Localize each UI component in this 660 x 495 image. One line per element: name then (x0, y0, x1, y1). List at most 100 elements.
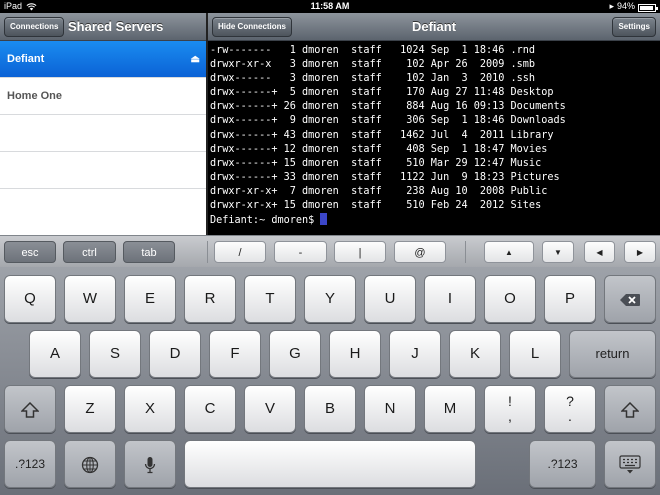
key-f[interactable]: F (209, 330, 261, 378)
dash-key[interactable]: - (274, 241, 327, 263)
terminal-line: drwxr-xr-x 3 dmoren staff 102 Apr 26 200… (210, 59, 536, 71)
key-a[interactable]: A (29, 330, 81, 378)
esc-key[interactable]: esc (4, 241, 56, 263)
key-y[interactable]: Y (304, 275, 356, 323)
status-bar: iPad 11:58 AM ▸ 94% (0, 0, 660, 13)
key-bottom-glyph: , (508, 408, 512, 424)
terminal-line: drwx------+ 12 dmoren staff 408 Sep 1 18… (210, 143, 548, 155)
terminal-line: drwx------+ 43 dmoren staff 1462 Jul 4 2… (210, 129, 554, 141)
terminal-cursor (320, 213, 328, 226)
microphone-icon (144, 456, 156, 473)
key-n[interactable]: N (364, 385, 416, 433)
accessory-separator (465, 241, 466, 263)
key-p[interactable]: P (544, 275, 596, 323)
battery-percent: 94% (616, 1, 635, 11)
arrow-down-key[interactable]: ▼ (542, 241, 574, 263)
terminal-line: drwx------+ 5 dmoren staff 170 Aug 27 11… (210, 87, 554, 99)
numbers-key-right[interactable]: .?123 (529, 440, 596, 488)
terminal-line: -rw------- 1 dmoren staff 1024 Sep 1 18:… (210, 45, 536, 56)
server-row-defiant[interactable]: Defiant ⏏ (0, 41, 206, 78)
key-o[interactable]: O (484, 275, 536, 323)
backspace-icon (620, 293, 640, 306)
connections-navbar: Connections Shared Servers (0, 13, 206, 41)
empty-row (0, 189, 206, 226)
key-m[interactable]: M (424, 385, 476, 433)
key-d[interactable]: D (149, 330, 201, 378)
key-l[interactable]: L (509, 330, 561, 378)
terminal-navbar: Defiant Hide Connections Settings (208, 13, 660, 41)
shift-key-right[interactable] (604, 385, 656, 433)
server-row-home-one[interactable]: Home One (0, 78, 206, 115)
dictation-key[interactable] (124, 440, 176, 488)
terminal-line: drwxr-xr-x+ 7 dmoren staff 238 Aug 10 20… (210, 185, 548, 197)
key-i[interactable]: I (424, 275, 476, 323)
shift-icon (20, 401, 40, 418)
server-list: Defiant ⏏ Home One (0, 41, 206, 226)
key-h[interactable]: H (329, 330, 381, 378)
ctrl-key[interactable]: ctrl (63, 241, 116, 263)
hide-connections-button[interactable]: Hide Connections (212, 17, 293, 37)
terminal-line: drwx------+ 26 dmoren staff 884 Aug 16 0… (210, 101, 566, 113)
backspace-key[interactable] (604, 275, 656, 323)
key-w[interactable]: W (64, 275, 116, 323)
numbers-key-left[interactable]: .?123 (4, 440, 56, 488)
key-g[interactable]: G (269, 330, 321, 378)
server-name: Defiant (7, 53, 45, 65)
terminal-line: drwx------+ 9 dmoren staff 306 Sep 1 18:… (210, 115, 566, 127)
clock: 11:58 AM (310, 1, 350, 11)
space-bar[interactable] (184, 440, 476, 488)
slash-key[interactable]: / (214, 241, 266, 263)
empty-row (0, 152, 206, 189)
key-exclaim-comma[interactable]: !, (484, 385, 536, 433)
pipe-key[interactable]: | (334, 241, 386, 263)
key-r[interactable]: R (184, 275, 236, 323)
terminal-line: drwxr-xr-x+ 15 dmoren staff 510 Feb 24 2… (210, 200, 542, 212)
key-s[interactable]: S (89, 330, 141, 378)
onscreen-keyboard: Q W E R T Y U I O P A S D F G H J K L re… (0, 267, 660, 495)
empty-row (0, 115, 206, 152)
key-bottom-glyph: . (568, 408, 572, 424)
key-j[interactable]: J (389, 330, 441, 378)
keyboard-dismiss-icon (619, 454, 641, 474)
settings-button[interactable]: Settings (612, 17, 656, 37)
key-top-glyph: ! (508, 393, 512, 409)
server-name: Home One (7, 90, 63, 102)
shift-key-left[interactable] (4, 385, 56, 433)
terminal-prompt-line: Defiant:~ dmoren$ (210, 213, 660, 228)
key-c[interactable]: C (184, 385, 236, 433)
at-key[interactable]: @ (394, 241, 446, 263)
arrow-left-key[interactable]: ◀ (584, 241, 615, 263)
shift-icon (620, 401, 640, 418)
eject-icon[interactable]: ⏏ (191, 41, 200, 78)
key-z[interactable]: Z (64, 385, 116, 433)
arrow-up-key[interactable]: ▲ (484, 241, 534, 263)
tab-key[interactable]: tab (123, 241, 175, 263)
key-b[interactable]: B (304, 385, 356, 433)
key-top-glyph: ? (566, 393, 574, 409)
globe-icon (81, 456, 99, 473)
dismiss-keyboard-key[interactable] (604, 440, 656, 488)
key-k[interactable]: K (449, 330, 501, 378)
shared-servers-title: Shared Servers (68, 19, 164, 34)
key-x[interactable]: X (124, 385, 176, 433)
lock-rotation-icon: ▸ (609, 1, 614, 11)
accessory-key-bar: esc ctrl tab / - | @ ▲ ▼ ◀ ▶ (0, 235, 660, 267)
connections-button[interactable]: Connections (4, 17, 65, 37)
terminal-output[interactable]: -rw------- 1 dmoren staff 1024 Sep 1 18:… (208, 41, 660, 228)
terminal-pane: Defiant Hide Connections Settings -rw---… (208, 13, 660, 235)
globe-key[interactable] (64, 440, 116, 488)
key-question-period[interactable]: ?. (544, 385, 596, 433)
key-e[interactable]: E (124, 275, 176, 323)
key-t[interactable]: T (244, 275, 296, 323)
terminal-line: drwx------ 3 dmoren staff 102 Jan 3 2010… (210, 73, 536, 85)
terminal-prompt: Defiant:~ dmoren$ (210, 215, 321, 227)
return-key[interactable]: return (569, 330, 656, 378)
arrow-right-key[interactable]: ▶ (624, 241, 656, 263)
battery-icon (638, 3, 658, 12)
connections-pane: Connections Shared Servers Defiant ⏏ Hom… (0, 13, 206, 235)
terminal-line: drwx------+ 15 dmoren staff 510 Mar 29 1… (210, 157, 542, 169)
key-u[interactable]: U (364, 275, 416, 323)
terminal-line: drwx------+ 33 dmoren staff 1122 Jun 9 1… (210, 171, 560, 183)
key-v[interactable]: V (244, 385, 296, 433)
key-q[interactable]: Q (4, 275, 56, 323)
